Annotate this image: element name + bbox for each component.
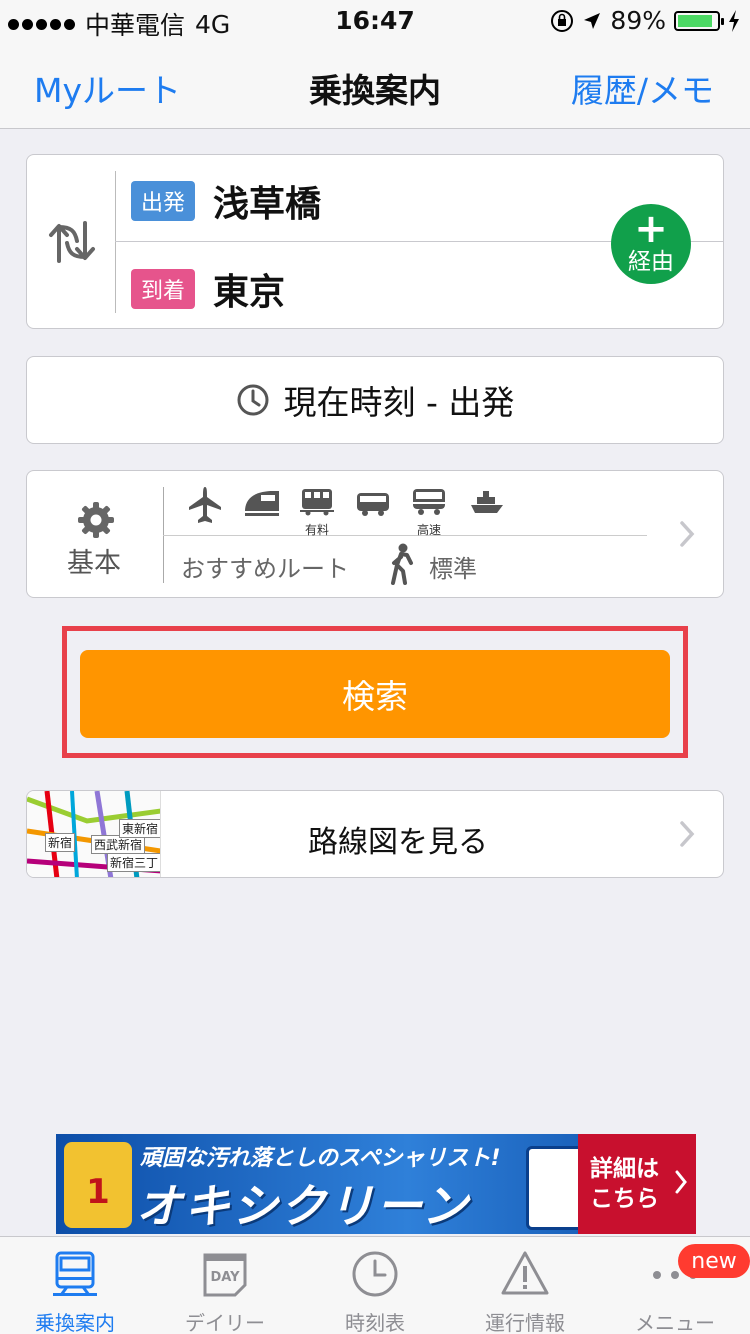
ferry-icon <box>467 485 503 531</box>
charging-icon <box>729 9 739 32</box>
station-card: 出発 浅草橋 到着 東京 + 経由 <box>26 154 724 329</box>
paid-caption: 有料 <box>304 523 329 537</box>
tab-label: 乗換案内 <box>35 1311 115 1334</box>
tab-timetable[interactable]: 時刻表 <box>300 1237 450 1334</box>
tab-label: 時刻表 <box>345 1311 405 1334</box>
clock-icon <box>237 384 269 416</box>
status-bar: 中華電信 4G 16:47 89% <box>0 0 750 40</box>
time-selector[interactable]: 現在時刻 - 出発 <box>26 356 724 444</box>
time-label: 現在時刻 - 出発 <box>283 383 515 422</box>
route-map-label: 路線図を見る <box>308 825 488 860</box>
location-icon <box>584 12 601 29</box>
chevron-right-icon <box>680 821 695 847</box>
walking-icon <box>391 543 413 585</box>
warning-icon <box>501 1251 549 1295</box>
bus-icon <box>355 485 391 531</box>
arrival-tag: 到着 <box>131 269 195 309</box>
search-options[interactable]: 基本 有料 高速 おすすめルート 標準 <box>26 470 724 598</box>
ad-banner[interactable]: 1 頑固な汚れ落としのスペシャリスト! オキシクリーン 詳細は こちら <box>56 1134 696 1234</box>
tab-service-info[interactable]: 運行情報 <box>450 1237 600 1334</box>
search-button[interactable]: 検索 <box>80 650 670 738</box>
ad-cta-line: 詳細は <box>590 1156 659 1182</box>
chevron-right-icon <box>680 521 695 547</box>
shinkansen-icon <box>243 485 279 531</box>
clock-icon <box>352 1251 398 1297</box>
departure-tag: 出発 <box>131 181 195 221</box>
map-label: 新宿三丁 <box>107 853 160 872</box>
tab-label: デイリー <box>185 1311 265 1334</box>
new-badge: new <box>678 1244 750 1278</box>
map-label: 東新宿 <box>119 819 160 838</box>
battery-icon <box>674 10 724 31</box>
ad-ranking-badge: 1 <box>64 1142 132 1228</box>
calendar-icon: DAY <box>203 1253 247 1297</box>
route-map-thumbnail: 新宿 西武新宿 東新宿 新宿三丁 <box>27 791 161 877</box>
departure-row[interactable]: 出発 浅草橋 <box>131 175 321 227</box>
route-map-button[interactable]: 新宿 西武新宿 東新宿 新宿三丁 路線図を見る <box>26 790 724 878</box>
status-right: 89% <box>550 6 740 35</box>
battery-percent: 89% <box>610 6 666 35</box>
tab-label: メニュー <box>635 1311 715 1334</box>
highway-bus-icon: 高速 <box>411 485 447 537</box>
route-type: おすすめルート <box>181 555 349 583</box>
via-label: 経由 <box>628 249 674 275</box>
airplane-icon <box>187 485 223 531</box>
tab-transfer[interactable]: 乗換案内 <box>0 1237 150 1334</box>
walk-speed: 標準 <box>429 555 477 583</box>
gear-icon <box>78 502 114 538</box>
ad-product-name: オキシクリーン <box>136 1179 470 1233</box>
departure-station[interactable]: 浅草橋 <box>213 175 321 227</box>
rotation-lock-icon <box>551 9 574 32</box>
history-memo-button[interactable]: 履歴/メモ <box>571 64 714 112</box>
express-caption: 高速 <box>416 523 441 537</box>
ad-cta-line: こちら <box>590 1186 659 1212</box>
ad-tagline: 頑固な汚れ落としのスペシャリスト! <box>140 1146 501 1171</box>
ad-cta-text: 詳細は こちら <box>590 1154 670 1214</box>
day-icon-text: DAY <box>210 1270 240 1285</box>
ad-cta[interactable]: 詳細は こちら <box>578 1134 696 1234</box>
map-label: 新宿 <box>45 833 76 852</box>
preset-label: 基本 <box>67 548 121 579</box>
tab-daily[interactable]: DAY デイリー <box>150 1237 300 1334</box>
paid-express-icon: 有料 <box>299 485 335 537</box>
chevron-right-icon <box>675 1170 687 1194</box>
transport-modes: 有料 高速 <box>187 485 503 537</box>
nav-bar: Myルート 乗換案内 履歴/メモ <box>0 40 750 129</box>
tab-label: 運行情報 <box>485 1311 565 1334</box>
arrival-station[interactable]: 東京 <box>213 263 285 315</box>
train-icon <box>53 1251 97 1296</box>
arrival-row[interactable]: 到着 東京 <box>131 263 285 315</box>
add-via-button[interactable]: + 経由 <box>611 204 691 284</box>
divider <box>115 171 116 313</box>
ad-badge-number: 1 <box>86 1172 110 1212</box>
tab-bar: 乗換案内 DAY デイリー 時刻表 運行情報 メニュー <box>0 1236 750 1334</box>
swap-stations-icon[interactable] <box>45 217 101 267</box>
